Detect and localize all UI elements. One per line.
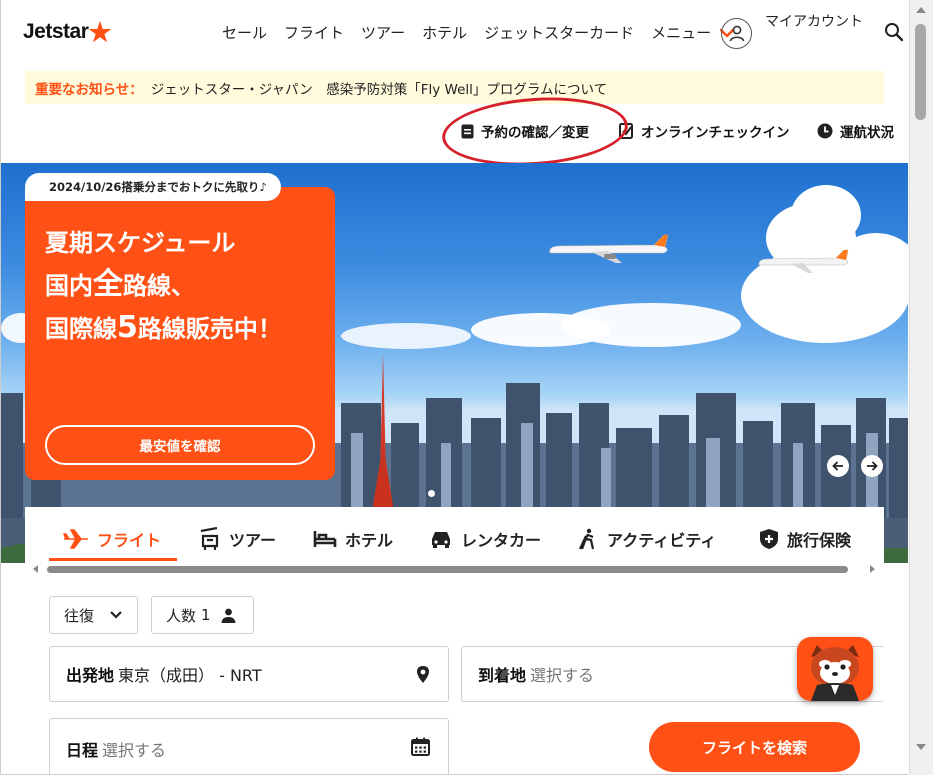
promo-title-line1: 夏期スケジュール	[45, 229, 236, 257]
trip-type-value: 往復	[64, 606, 95, 625]
nav-jetstar-card[interactable]: ジェットスターカード	[484, 22, 634, 43]
star-icon: ★	[88, 17, 112, 47]
passenger-select[interactable]: 人数 1	[151, 596, 254, 634]
tab-hotel[interactable]: ホテル	[313, 527, 393, 551]
nav-menu-label: メニュー	[651, 24, 712, 42]
trip-type-select[interactable]: 往復	[49, 596, 138, 634]
carousel-next-button[interactable]	[861, 455, 883, 477]
promo-title-line2a: 国内	[45, 272, 93, 300]
browser-scrollbar-thumb[interactable]	[915, 24, 926, 120]
checkin-link-label: オンラインチェックイン	[641, 125, 790, 141]
promo-title-line3c: 路線販売中！	[137, 315, 282, 343]
tab-insurance[interactable]: 旅行保険	[759, 527, 851, 551]
hiker-icon	[579, 528, 595, 550]
promo-title-line3a: 国際線	[45, 315, 117, 343]
promo-cta-button[interactable]: 最安値を確認	[45, 425, 315, 465]
pax-label: 人数	[166, 606, 197, 625]
scroll-left-icon	[33, 565, 38, 573]
document-icon	[461, 124, 474, 138]
tour-icon	[200, 527, 219, 550]
site-header: Jetstar ★ セール フライト ツアー ホテル ジェットスターカード メニュ…	[1, 0, 908, 64]
promo-title-line2b: 全	[93, 267, 123, 302]
date-field[interactable]: 日程 選択する	[49, 718, 449, 774]
boarding-pass-icon	[619, 123, 633, 139]
tab-flight[interactable]: フライト	[63, 527, 161, 551]
bed-icon	[313, 531, 337, 547]
nav-tour[interactable]: ツアー	[361, 22, 405, 43]
search-flights-button[interactable]: フライトを検索	[649, 722, 860, 772]
scroll-down-icon[interactable]	[916, 744, 926, 751]
nav-flight[interactable]: フライト	[284, 22, 344, 43]
clock-icon	[817, 123, 833, 139]
tab-insurance-label: 旅行保険	[787, 531, 852, 550]
scroll-right-icon	[870, 565, 875, 573]
red-panda-mascot-icon	[811, 645, 859, 701]
tab-activity[interactable]: アクティビティ	[577, 527, 716, 551]
tabs-scrollbar-thumb[interactable]	[47, 566, 848, 573]
nav-hotel[interactable]: ホテル	[422, 22, 467, 43]
location-pin-icon	[417, 666, 429, 683]
chevron-down-icon	[110, 611, 122, 619]
tab-activity-label: アクティビティ	[607, 531, 717, 550]
destination-placeholder: 選択する	[530, 666, 595, 685]
car-icon	[432, 532, 450, 548]
carousel-dot-active[interactable]	[428, 490, 435, 497]
booking-link-label: 予約の確認／変更	[481, 125, 589, 141]
pax-count: 1	[201, 606, 211, 624]
shield-icon	[760, 529, 778, 549]
page: Jetstar ★ セール フライト ツアー ホテル ジェットスターカード メニュ…	[0, 0, 908, 775]
notice-label: 重要なお知らせ：	[35, 81, 143, 98]
chat-mascot-button[interactable]	[797, 637, 873, 701]
airplane-image	[549, 234, 669, 263]
account-label[interactable]: マイアカウント	[765, 11, 863, 31]
cloud	[791, 185, 861, 245]
tabs-scrollbar[interactable]	[31, 564, 877, 574]
online-checkin-link[interactable]: オンラインチェックイン	[619, 121, 790, 141]
scroll-up-icon[interactable]	[916, 6, 926, 13]
date-placeholder: 選択する	[102, 740, 167, 760]
carousel-prev-button[interactable]	[827, 455, 849, 477]
promo-title: 夏期スケジュール 国内全路線、 国際線5路線販売中！	[45, 222, 325, 350]
origin-field[interactable]: 出発地 東京（成田） - NRT	[49, 646, 449, 702]
person-icon	[221, 608, 236, 623]
booking-link[interactable]: 予約の確認／変更	[461, 121, 589, 141]
arrow-right-icon	[867, 461, 878, 471]
main-nav: セール フライト ツアー ホテル ジェットスターカード メニュー	[222, 22, 751, 43]
arrow-left-icon	[832, 461, 843, 471]
tab-tour[interactable]: ツアー	[199, 527, 276, 551]
important-notice[interactable]: 重要なお知らせ： ジェットスター・ジャパン 感染予防対策「Fly Well」プロ…	[25, 71, 884, 104]
date-label: 日程	[66, 740, 99, 760]
tab-hotel-label: ホテル	[345, 531, 394, 550]
plane-icon	[63, 529, 88, 549]
active-tab-indicator	[49, 558, 177, 561]
destination-label: 到着地	[478, 666, 527, 685]
tab-rental-car-label: レンタカー	[461, 531, 542, 550]
jetstar-logo[interactable]: Jetstar ★	[23, 17, 112, 47]
promo-title-line3b: 5	[117, 310, 138, 345]
airplane-image	[758, 249, 849, 273]
origin-label: 出発地	[66, 666, 115, 685]
promo-title-line2c: 路線、	[123, 272, 195, 300]
tab-rental-car[interactable]: レンタカー	[429, 527, 541, 551]
origin-value: 東京（成田） - NRT	[118, 666, 262, 685]
promo-badge: 2024/10/26搭乗分までおトクに先取り♪	[25, 173, 281, 201]
notice-text: ジェットスター・ジャパン 感染予防対策「Fly Well」プログラムについて	[150, 81, 608, 98]
browser-scrollbar[interactable]	[909, 0, 933, 775]
nav-sale[interactable]: セール	[222, 22, 267, 43]
flight-status-link[interactable]: 運航状況	[817, 121, 894, 141]
logo-text: Jetstar	[23, 20, 89, 43]
calendar-icon	[411, 737, 430, 756]
cloud	[561, 303, 741, 347]
status-link-label: 運航状況	[840, 125, 894, 141]
tab-flight-label: フライト	[97, 531, 162, 550]
tab-tour-label: ツアー	[229, 531, 277, 550]
search-icon[interactable]	[884, 22, 904, 42]
account-button[interactable]	[721, 18, 752, 49]
user-icon	[729, 25, 744, 42]
